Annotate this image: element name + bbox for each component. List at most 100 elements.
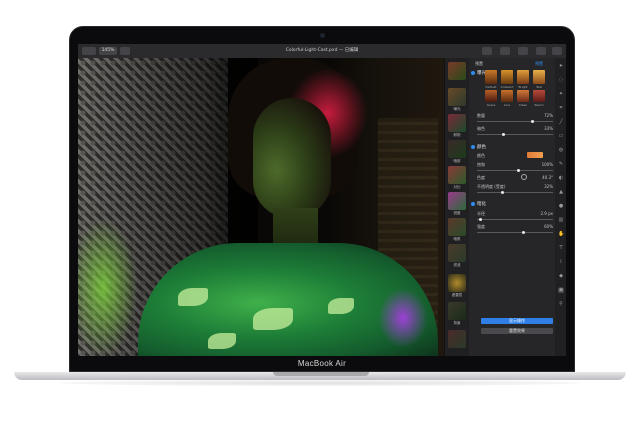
shirt-leaf-print (328, 298, 354, 314)
share-button[interactable] (518, 47, 528, 55)
radius-slider[interactable] (477, 218, 553, 221)
photo-canvas[interactable] (78, 58, 444, 356)
lasso-tool-icon[interactable]: ◌ (558, 78, 564, 83)
toggle-dot-icon[interactable] (471, 144, 475, 149)
intensity-label: 强度 (477, 224, 485, 229)
layer-thumb-label: 遮罩层 (451, 293, 463, 297)
layer-thumb[interactable] (448, 88, 466, 106)
pen-tool-icon[interactable]: ✎ (558, 162, 564, 167)
shape-tool-icon[interactable]: ▲ (558, 190, 564, 195)
arrow-tool-icon[interactable]: ➤ (558, 64, 564, 69)
color-label: 颜色 (477, 153, 485, 158)
saturation-label: 饱和 (477, 162, 485, 167)
layer-thumb-label: 对比 (453, 185, 461, 189)
preset-swatch[interactable] (501, 70, 513, 84)
green-light-spot (78, 218, 138, 356)
purple-light-spot (378, 288, 428, 348)
opacity-slider[interactable] (477, 191, 553, 194)
preset-swatch[interactable] (517, 70, 529, 84)
layer-thumb[interactable] (448, 274, 466, 292)
gradient-tool-icon[interactable]: ▥ (558, 218, 564, 223)
text-tool-icon[interactable]: T (558, 246, 564, 251)
screen-bezel: 145% Colorful-Light-Cast.pxd — 已编辑 曝光 鲜艳… (69, 26, 575, 372)
slider-knob[interactable] (501, 191, 504, 194)
eraser-tool-icon[interactable]: ▭ (558, 134, 564, 139)
preset-swatch[interactable] (533, 70, 545, 84)
preset-label: 预置 (475, 61, 483, 66)
preset-label: Grass (486, 103, 496, 107)
crop-button[interactable] (500, 47, 510, 55)
layer-thumb[interactable] (448, 192, 466, 210)
section-title-text: 暗化 (477, 202, 486, 207)
intensity-slider[interactable] (477, 231, 553, 234)
preset-label: Bright (518, 85, 528, 89)
layers-toggle-button[interactable] (552, 47, 562, 55)
amount-slider[interactable] (477, 120, 553, 123)
saturation-slider[interactable] (477, 169, 553, 172)
color-swatch[interactable] (527, 152, 543, 158)
preset-swatch[interactable] (533, 90, 545, 102)
blur-tool-icon[interactable]: ● (558, 204, 564, 209)
amount-value: 72% (544, 113, 553, 118)
fill-tool-icon[interactable]: ◆ (558, 274, 564, 279)
clone-tool-icon[interactable]: ◍ (558, 148, 564, 153)
adjust-tool-icon[interactable]: ▣ (558, 288, 564, 293)
slider-knob[interactable] (517, 169, 520, 172)
layer-thumb[interactable] (448, 244, 466, 262)
slider-knob[interactable] (531, 120, 534, 123)
magic-wand-icon[interactable]: ✦ (558, 92, 564, 97)
smudge-tool-icon[interactable]: ✋ (558, 232, 564, 237)
shirt-leaf-print (178, 288, 208, 306)
zoom-tool-icon[interactable]: ⚲ (558, 302, 564, 307)
dodge-tool-icon[interactable]: ◐ (558, 176, 564, 181)
layer-thumb[interactable] (448, 218, 466, 236)
opacity-label: 不透明度 (受度) (477, 184, 506, 189)
preset-swatch[interactable] (517, 90, 529, 102)
device-brand-label: MacBook Air (297, 359, 347, 368)
layer-thumb[interactable] (448, 166, 466, 184)
layer-thumb[interactable] (448, 302, 466, 320)
preset-dropdown[interactable]: 预置 (535, 61, 543, 67)
layer-thumb-label: 滤波 (453, 263, 461, 267)
shirt-leaf-print (253, 308, 293, 330)
preset-label: Ambient (500, 85, 514, 89)
show-operations-button[interactable]: 显示操作 (481, 318, 553, 324)
intensity-value: 60% (544, 224, 553, 229)
layer-thumb[interactable] (448, 62, 466, 80)
brush-tool-button[interactable] (482, 47, 492, 55)
toggle-dot-icon[interactable] (471, 70, 475, 75)
preset-label: Line (503, 103, 511, 107)
adjustments-panel: 曝光 鲜艳 暗部 对比 锐度 暗角 滤波 遮罩层 背景 预置 预置 曝光 Def… (444, 58, 566, 356)
brush-tool-icon[interactable]: ╱ (558, 120, 564, 125)
preset-swatch[interactable] (485, 90, 497, 102)
radius-value: 2.9 px (540, 211, 553, 216)
crop-tool-icon[interactable]: ⌗ (558, 106, 564, 111)
preset-swatch[interactable] (485, 70, 497, 84)
dark-slider[interactable] (477, 133, 553, 136)
layer-thumb-label: 曝光 (453, 107, 461, 111)
layer-thumb-label: 鲜艳 (453, 133, 461, 137)
preset-label: Peach (534, 103, 544, 107)
preset-swatch[interactable] (501, 90, 513, 102)
layer-thumb[interactable] (448, 330, 466, 348)
dropper-tool-icon[interactable]: ⌇ (558, 260, 564, 265)
layer-thumb-label: 背景 (453, 321, 461, 325)
preset-label: Clean (518, 103, 528, 107)
layer-thumb[interactable] (448, 140, 466, 158)
preset-label: Default (485, 85, 497, 89)
camera (320, 33, 325, 38)
slider-knob[interactable] (502, 133, 505, 136)
amount-label: 数量 (477, 113, 485, 118)
document-title: Colorful-Light-Cast.pxd — 已编辑 (285, 48, 359, 53)
export-button[interactable] (536, 47, 546, 55)
layer-thumb-label: 锐度 (453, 211, 461, 215)
reset-effects-button[interactable]: 重置效果 (481, 328, 553, 334)
slider-knob[interactable] (522, 231, 525, 234)
slider-knob[interactable] (479, 218, 482, 221)
layer-thumb-label: 暗部 (453, 159, 461, 163)
lid-notch (273, 372, 369, 376)
layer-thumb[interactable] (448, 114, 466, 132)
app-titlebar: 145% Colorful-Light-Cast.pxd — 已编辑 (78, 44, 566, 59)
saturation-value: 100% (541, 162, 553, 167)
toggle-dot-icon[interactable] (471, 201, 475, 206)
